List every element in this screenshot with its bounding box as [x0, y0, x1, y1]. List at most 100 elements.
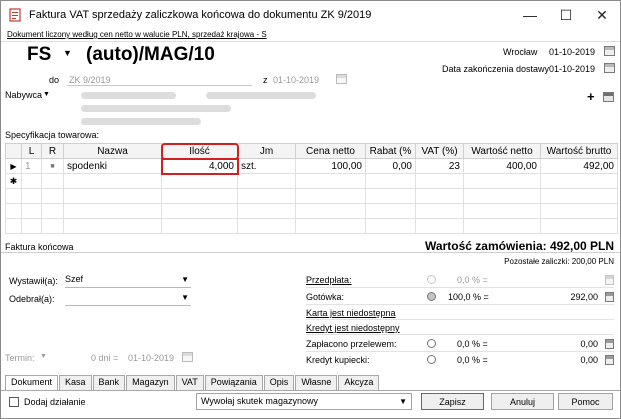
table-header-row: L R Nazwa Ilość Jm Cena netto Rabat (% V… — [5, 142, 618, 160]
cancel-button[interactable]: Anuluj — [491, 393, 554, 410]
transfer-amount[interactable]: 0,00 — [580, 339, 598, 349]
tab-magazyn[interactable]: Magazyn — [126, 375, 175, 390]
col-lp[interactable]: L — [21, 143, 42, 159]
delivery-date-calendar-icon[interactable] — [604, 63, 615, 73]
row-discount[interactable]: 0,00 — [365, 158, 416, 174]
cash-percent[interactable]: 100,0 % = — [448, 292, 489, 302]
add-buyer-icon[interactable]: + — [587, 89, 595, 104]
transfer-percent[interactable]: 0,0 % = — [457, 339, 488, 349]
close-button[interactable]: ✕ — [582, 1, 621, 29]
chevron-down-icon[interactable]: ▼ — [181, 293, 189, 302]
place-date-calendar-icon[interactable] — [604, 46, 615, 56]
tab-kasa[interactable]: Kasa — [59, 375, 92, 390]
buyer-label[interactable]: Nabywca — [5, 90, 42, 100]
do-field[interactable]: ZK 9/2019 — [69, 75, 111, 85]
cash-calc-icon[interactable] — [605, 292, 614, 302]
card-unavailable-link[interactable]: Karta jest niedostępna — [306, 308, 396, 318]
add-action-label[interactable]: Dodaj działanie — [24, 397, 86, 407]
window-title: Faktura VAT sprzedaży zaliczkowa końcowa… — [29, 9, 372, 21]
row-unit[interactable]: szt. — [237, 158, 296, 174]
term-label[interactable]: Termin: — [5, 353, 35, 363]
term-dropdown-icon[interactable]: ▼ — [40, 353, 47, 360]
trade-credit-amount[interactable]: 0,00 — [580, 355, 598, 365]
cash-radio[interactable] — [427, 292, 436, 301]
tab-akcyza[interactable]: Akcyza — [338, 375, 380, 390]
col-name[interactable]: Nazwa — [63, 143, 162, 159]
col-vat[interactable]: VAT (%) — [415, 143, 464, 159]
issued-combo[interactable]: Szef ▼ — [65, 274, 191, 288]
tab-bar: Dokument Kasa Bank Magazyn VAT Powiązani… — [5, 375, 380, 390]
do-field-underline — [67, 85, 252, 86]
tab-opis[interactable]: Opis — [263, 375, 295, 390]
tab-bank[interactable]: Bank — [92, 375, 126, 390]
delivery-date-field[interactable]: 01-10-2019 — [549, 64, 595, 74]
prepayment-radio[interactable] — [427, 275, 436, 284]
minimize-button[interactable]: — — [510, 1, 550, 29]
pricing-mode-link[interactable]: Dokument liczony według cen netto w walu… — [7, 30, 267, 39]
row-vat[interactable]: 23 — [415, 158, 464, 174]
do-label: do — [49, 75, 60, 85]
buyer-address-redacted — [81, 105, 231, 112]
spec-label: Specyfikacja towarowa: — [5, 130, 100, 140]
warehouse-effect-select[interactable]: Wywołaj skutek magazynowy ▼ — [196, 393, 412, 410]
tab-wlasne[interactable]: Własne — [295, 375, 338, 390]
issued-label: Wystawił(a): — [9, 276, 58, 286]
save-button[interactable]: Zapisz — [421, 393, 484, 410]
col-price[interactable]: Cena netto — [295, 143, 366, 159]
tab-vat[interactable]: VAT — [175, 375, 204, 390]
received-combo[interactable]: ▼ — [65, 292, 191, 306]
table-empty-row — [5, 218, 618, 234]
cash-amount[interactable]: 292,00 — [570, 292, 598, 302]
trade-credit-calc-icon[interactable] — [605, 355, 614, 365]
table-new-row[interactable]: ✱ — [5, 173, 618, 189]
transfer-label: Zapłacono przelewem: — [306, 339, 397, 349]
term-days[interactable]: 0 dni = — [91, 353, 118, 363]
issued-value: Szef — [65, 274, 84, 284]
tab-powiazania[interactable]: Powiązania — [204, 375, 263, 390]
credit-unavailable-link[interactable]: Kredyt jest niedostępny — [306, 323, 400, 333]
items-table[interactable]: L R Nazwa Ilość Jm Cena netto Rabat (% V… — [5, 142, 618, 234]
col-qty[interactable]: Ilość — [160, 142, 239, 160]
new-row-marker-icon: ✱ — [5, 173, 22, 189]
buyer-dropdown-icon[interactable]: ▼ — [43, 91, 50, 98]
prepayment-percent[interactable]: 0,0 % = — [457, 275, 488, 285]
tabs-divider — [1, 390, 620, 391]
warehouse-effect-value: Wywołaj skutek magazynowy — [201, 396, 318, 406]
row-qty-input[interactable]: 4,000 — [160, 157, 239, 175]
col-unit[interactable]: Jm — [237, 143, 296, 159]
prepayment-calc-icon[interactable] — [605, 275, 614, 285]
tab-dokument[interactable]: Dokument — [5, 375, 59, 390]
place-date-field[interactable]: 01-10-2019 — [549, 47, 595, 57]
table-row[interactable]: ▶ 1 ■ spodenki 4,000 szt. 100,00 0,00 23… — [5, 157, 618, 175]
col-gross[interactable]: Wartość brutto — [540, 143, 618, 159]
help-button[interactable]: Pomoc — [558, 393, 613, 410]
term-calendar-icon[interactable] — [182, 352, 193, 362]
term-date[interactable]: 01-10-2019 — [128, 353, 174, 363]
col-discount[interactable]: Rabat (% — [365, 143, 416, 159]
pay-divider — [306, 334, 614, 335]
trade-credit-percent[interactable]: 0,0 % = — [457, 355, 488, 365]
transfer-radio[interactable] — [427, 339, 436, 348]
row-lp: 1 — [21, 158, 42, 174]
delivery-date-label: Data zakończenia dostawy — [442, 64, 550, 74]
trade-credit-radio[interactable] — [427, 355, 436, 364]
prefix-dropdown-icon[interactable]: ▼ — [63, 48, 72, 58]
maximize-button[interactable]: ☐ — [546, 1, 586, 29]
z-calendar-icon[interactable] — [336, 74, 347, 84]
received-label: Odebrał(a): — [9, 294, 55, 304]
document-number: (auto)/MAG/10 — [86, 44, 215, 65]
row-r-icon: ■ — [41, 158, 64, 174]
prepayment-link[interactable]: Przedpłata: — [306, 275, 352, 285]
chevron-down-icon[interactable]: ▼ — [399, 397, 407, 406]
buyer-card-icon[interactable] — [603, 92, 614, 102]
transfer-calc-icon[interactable] — [605, 339, 614, 349]
col-r[interactable]: R — [41, 143, 64, 159]
col-net[interactable]: Wartość netto — [463, 143, 541, 159]
add-action-checkbox[interactable] — [9, 397, 19, 407]
place-field[interactable]: Wrocław — [503, 47, 537, 57]
z-date-field[interactable]: 01-10-2019 — [273, 75, 319, 85]
document-prefix[interactable]: FS — [27, 44, 51, 66]
row-name[interactable]: spodenki — [63, 158, 162, 174]
row-price[interactable]: 100,00 — [295, 158, 366, 174]
chevron-down-icon[interactable]: ▼ — [181, 275, 189, 284]
